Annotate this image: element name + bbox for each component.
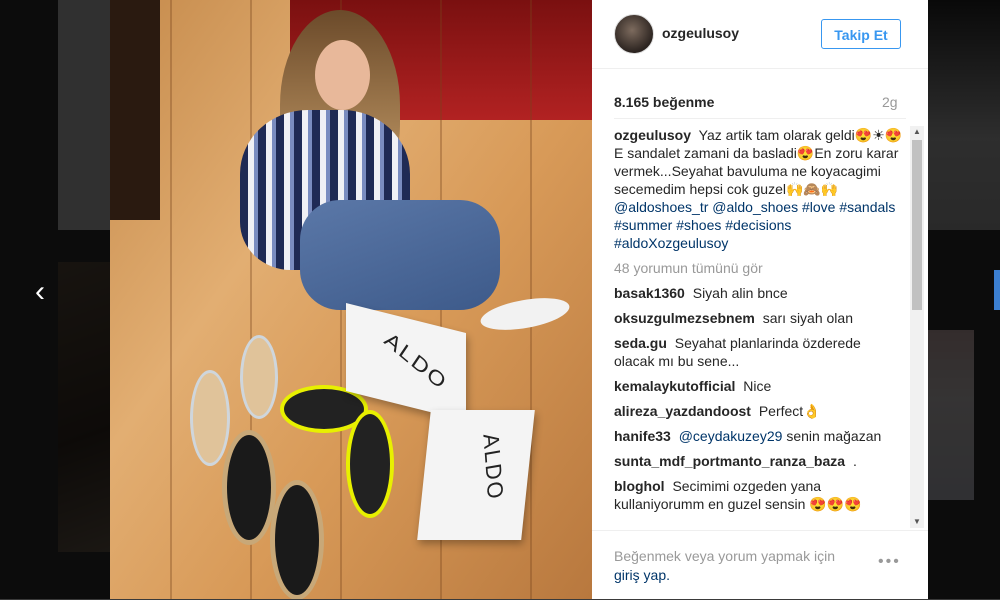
comment-item: sunta_mdf_portmanto_ranza_baza . <box>614 452 904 470</box>
comment-item: oksuzgulmezsebnem sarı siyah olan <box>614 309 904 327</box>
comment-username[interactable]: alireza_yazdandoost <box>614 403 751 419</box>
comment-text: Siyah alin bnce <box>692 285 788 301</box>
comment-username[interactable]: sunta_mdf_portmanto_ranza_baza <box>614 453 845 469</box>
like-count[interactable]: 8.165 beğenme <box>614 94 714 110</box>
comment-item: basak1360 Siyah alin bnce <box>614 284 904 302</box>
comment-item: hanife33 @ceydakuzey29 senin mağazan <box>614 427 904 445</box>
comment-username[interactable]: bloghol <box>614 478 665 494</box>
comment-text: sarı siyah olan <box>762 310 853 326</box>
comments-scrollbar[interactable]: ▲ ▼ <box>910 126 924 528</box>
post-footer: Beğenmek veya yorum yapmak için giriş ya… <box>592 530 928 600</box>
comment-username[interactable]: hanife33 <box>614 428 671 444</box>
caption-tags[interactable]: @aldoshoes_tr @aldo_shoes #love #sandals… <box>614 199 895 251</box>
comment-username[interactable]: seda.gu <box>614 335 667 351</box>
white-sandal <box>478 292 572 336</box>
post-age[interactable]: 2g <box>882 94 898 110</box>
scroll-down-arrow-icon[interactable]: ▼ <box>910 516 924 528</box>
more-options-icon[interactable]: ••• <box>878 553 901 571</box>
post-header: ozgeulusoy Takip Et <box>592 0 928 69</box>
comment-username[interactable]: basak1360 <box>614 285 685 301</box>
espadrille-2 <box>270 480 324 599</box>
post-details-panel: ozgeulusoy Takip Et 8.165 beğenme 2g ozg… <box>592 0 928 599</box>
espadrille-1 <box>222 430 276 545</box>
comment-mention[interactable]: @ceydakuzey29 <box>679 428 783 444</box>
post-photo: ALDO ALDO <box>110 0 592 599</box>
login-link[interactable]: giriş yap. <box>614 567 670 583</box>
load-more-comments-link[interactable]: 48 yorumun tümünü gör <box>614 259 904 277</box>
comment-text: Perfect👌 <box>758 403 821 419</box>
comment-list[interactable]: ozgeulusoy Yaz artik tam olarak geldi😍☀😍… <box>614 126 904 528</box>
silver-sandal-1 <box>190 370 230 466</box>
comment-username[interactable]: oksuzgulmezsebnem <box>614 310 755 326</box>
comment-username[interactable]: kemalaykutofficial <box>614 378 735 394</box>
previous-post-arrow-icon[interactable]: ‹ <box>28 277 52 307</box>
comment-item: seda.gu Seyahat planlarinda özderede ola… <box>614 334 904 370</box>
comment-text: . <box>852 453 857 469</box>
avatar[interactable] <box>614 14 654 54</box>
scroll-up-arrow-icon[interactable]: ▲ <box>910 126 924 138</box>
login-prompt: Beğenmek veya yorum yapmak için giriş ya… <box>614 547 864 585</box>
yellow-sandal-2 <box>346 410 394 518</box>
comment-item: kemalaykutofficial Nice <box>614 377 904 395</box>
comment-text: senin mağazan <box>786 428 882 444</box>
jeans <box>300 200 500 310</box>
scrollbar-thumb[interactable] <box>912 140 922 310</box>
comment-text: Nice <box>743 378 772 394</box>
comment-item: alireza_yazdandoost Perfect👌 <box>614 402 904 420</box>
comment-item: bloghol Secimimi ozgeden yana kullaniyor… <box>614 477 904 513</box>
post-username[interactable]: ozgeulusoy <box>662 25 739 41</box>
woman-face <box>315 40 370 110</box>
caption-username[interactable]: ozgeulusoy <box>614 127 691 143</box>
next-post-edge[interactable] <box>994 270 1000 310</box>
silver-sandal-2 <box>240 335 278 419</box>
aldo-box-2: ALDO <box>417 410 535 540</box>
login-prompt-text: Beğenmek veya yorum yapmak için <box>614 548 835 564</box>
divider <box>614 118 906 119</box>
dark-corner <box>110 0 160 220</box>
post-caption: ozgeulusoy Yaz artik tam olarak geldi😍☀😍… <box>614 126 904 252</box>
follow-button[interactable]: Takip Et <box>821 19 901 49</box>
